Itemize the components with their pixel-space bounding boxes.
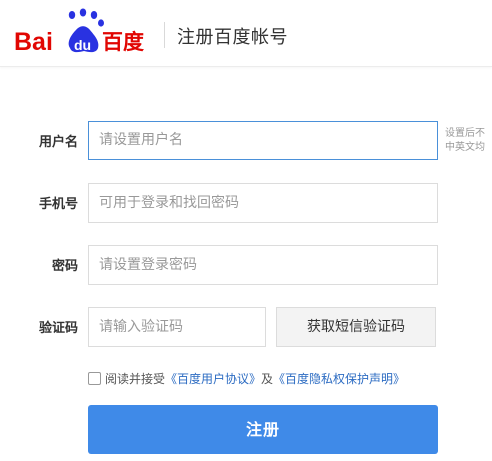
agreement: 阅读并接受《百度用户协议》及《百度隐私权保护声明》 (88, 370, 405, 386)
username-hint-line2: 中英文均 (445, 142, 485, 153)
agree-checkbox[interactable] (88, 372, 101, 385)
username-hint-line1: 设置后不 (445, 128, 485, 139)
phone-label: 手机号 (38, 197, 78, 212)
password-row: 密码 请设置登录密码 (0, 245, 492, 285)
page-title: 注册百度帐号 (177, 27, 288, 48)
logo-text-bai: Bai (14, 28, 53, 56)
agreement-and: 及 (261, 372, 274, 386)
phone-input[interactable]: 可用于登录和找回密码 (88, 183, 438, 223)
header-divider (164, 22, 165, 48)
baidu-logo[interactable]: Bai du 百度 (14, 8, 154, 56)
phone-row: 手机号 可用于登录和找回密码 (0, 183, 492, 223)
register-button[interactable]: 注册 (88, 405, 438, 454)
get-sms-code-button[interactable]: 获取短信验证码 (276, 307, 436, 347)
captcha-row: 验证码 请输入验证码 获取短信验证码 (0, 307, 492, 347)
password-label: 密码 (51, 259, 78, 274)
agreement-prefix: 阅读并接受 (105, 372, 166, 386)
header: Bai du 百度 注册百度帐号 (0, 0, 492, 67)
username-input[interactable]: 请设置用户名 (88, 121, 438, 160)
captcha-input[interactable]: 请输入验证码 (88, 307, 266, 347)
user-agreement-link[interactable]: 《百度用户协议》 (165, 372, 261, 386)
username-hint: 设置后不 中英文均 (445, 127, 492, 155)
username-label: 用户名 (38, 135, 78, 150)
logo-text-cn: 百度 (102, 30, 144, 54)
password-input[interactable]: 请设置登录密码 (88, 245, 438, 285)
username-row: 用户名 请设置用户名 设置后不 中英文均 (0, 121, 492, 161)
captcha-label: 验证码 (38, 321, 78, 336)
logo-text-du: du (74, 37, 91, 53)
privacy-statement-link[interactable]: 《百度隐私权保护声明》 (273, 372, 405, 386)
